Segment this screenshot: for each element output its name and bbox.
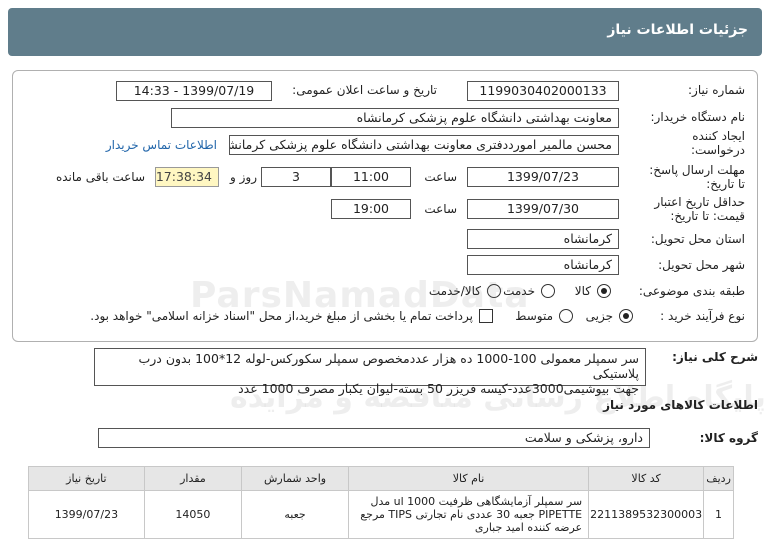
buyer-contact-link[interactable]: اطلاعات تماس خریدار [106, 138, 217, 152]
col-header-qty: مقدار [143, 466, 243, 491]
category-radio-service[interactable] [541, 284, 555, 298]
remaining-label: ساعت باقی مانده [55, 170, 145, 184]
buyer-label: نام دستگاه خریدار: [650, 110, 746, 124]
description-field[interactable]: سر سمپلر معمولی 100-1000 ده هزار عددمخصو… [94, 348, 646, 396]
process-label: نوع فرآیند خرید : [660, 309, 745, 323]
category-option-goods: کالا [574, 284, 591, 298]
goods-section-title: اطلاعات کالاهای مورد نیاز [603, 398, 758, 412]
category-option-both: کالا/خدمت [428, 284, 481, 298]
col-header-code: کد کالا [588, 466, 705, 491]
days-remaining-field[interactable]: 3 [261, 167, 331, 187]
table-row[interactable]: 1 2211389532300003 سر سمپلر آزمایشگاهی ظ… [28, 490, 734, 539]
need-number-label: شماره نیاز: [688, 83, 745, 97]
buyer-field[interactable]: معاونت بهداشتی دانشگاه علوم پزشکی کرمانش… [171, 108, 619, 128]
col-header-date: تاریخ نیاز [28, 466, 145, 491]
deadline-time-field[interactable]: 11:00 [331, 167, 411, 187]
col-header-name: نام کالا [348, 466, 590, 491]
description-line-2: جهت بیوشیمی3000عدد-کیسه فریزر 50 بسته-لی… [238, 381, 639, 396]
col-header-row: ردیف [703, 466, 734, 491]
treasury-payment-note: پرداخت تمام یا بخشی از مبلغ خرید،از محل … [90, 309, 473, 323]
category-option-service: خدمت [503, 284, 535, 298]
row-date: 1399/07/23 [28, 490, 145, 539]
validity-label: حداقل تاریخ اعتبار [654, 195, 745, 209]
process-radio-medium[interactable] [559, 309, 573, 323]
city-label: شهر محل تحویل: [658, 258, 745, 272]
days-label: روز و [230, 170, 257, 184]
category-label: طبقه بندی موضوعی: [638, 284, 745, 298]
row-unit: جعبه [241, 490, 350, 539]
deadline-time-label: ساعت [424, 170, 457, 184]
remaining-time-field: 17:38:34 [155, 167, 219, 187]
description-label: شرح کلی نیاز: [672, 350, 758, 364]
creator-field[interactable]: محسن مالمیر امورددفتری معاونت بهداشتی دا… [229, 135, 619, 155]
deadline-date-field[interactable]: 1399/07/23 [467, 167, 619, 187]
city-field[interactable]: کرمانشاه [467, 255, 619, 275]
page-title: جزئیات اطلاعات نیاز [607, 22, 748, 38]
page-header: جزئیات اطلاعات نیاز [8, 8, 762, 56]
category-radio-goods[interactable] [597, 284, 611, 298]
validity-date-field[interactable]: 1399/07/30 [467, 199, 619, 219]
row-name: سر سمپلر آزمایشگاهی ظرفیت 1000 ul مدل PI… [348, 490, 590, 539]
goods-group-field[interactable]: دارو، پزشکی و سلامت [98, 428, 650, 448]
col-header-unit: واحد شمارش [241, 466, 350, 491]
validity-time-label: ساعت [424, 202, 457, 216]
deadline-label-2: تا تاریخ: [706, 177, 745, 191]
creator-label-2: درخواست: [691, 143, 745, 157]
row-qty: 14050 [143, 490, 243, 539]
goods-group-label: گروه کالا: [699, 431, 758, 445]
validity-time-field[interactable]: 19:00 [331, 199, 411, 219]
validity-label-2: قیمت: تا تاریخ: [670, 209, 745, 223]
row-code: 2211389532300003 [588, 490, 705, 539]
category-radio-both[interactable] [487, 284, 501, 298]
creator-label: ایجاد کننده [692, 129, 745, 143]
province-field[interactable]: کرمانشاه [467, 229, 619, 249]
process-radio-minor[interactable] [619, 309, 633, 323]
treasury-payment-checkbox[interactable] [479, 309, 493, 323]
announce-datetime-field[interactable]: 1399/07/19 - 14:33 [116, 81, 272, 101]
description-line-1: سر سمپلر معمولی 100-1000 ده هزار عددمخصو… [138, 351, 640, 381]
need-details-panel: شماره نیاز: 1199030402000133 تاریخ و ساع… [12, 70, 758, 342]
row-number: 1 [703, 490, 734, 539]
deadline-label: مهلت ارسال پاسخ: [649, 163, 745, 177]
province-label: استان محل تحویل: [650, 232, 745, 246]
goods-table: ردیف کد کالا نام کالا واحد شمارش مقدار ت… [28, 466, 734, 539]
goods-table-header: ردیف کد کالا نام کالا واحد شمارش مقدار ت… [28, 466, 734, 491]
process-option-medium: متوسط [515, 309, 553, 323]
need-number-field[interactable]: 1199030402000133 [467, 81, 619, 101]
process-option-minor: جزیی [585, 309, 613, 323]
announce-label: تاریخ و ساعت اعلان عمومی: [292, 83, 437, 97]
